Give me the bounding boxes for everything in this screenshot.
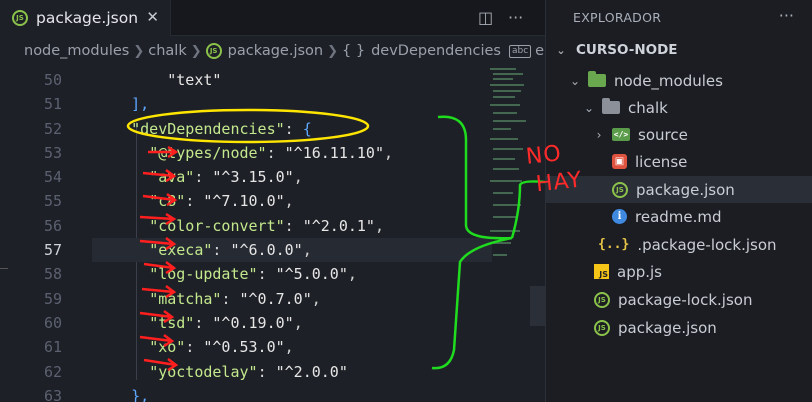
line-number: 50	[43, 71, 62, 89]
line-number: 61	[43, 338, 62, 357]
scrollbar-thumb[interactable]	[530, 286, 545, 326]
chevron-down-icon: ⌄	[583, 100, 595, 115]
code-line: "text"	[167, 71, 222, 89]
chevron-right-icon: ❯	[133, 43, 145, 59]
breadcrumb-package-json[interactable]: package.json	[228, 43, 323, 59]
source-folder-icon: </>	[612, 128, 630, 141]
line-number: 54	[43, 168, 62, 187]
json-file-icon: JS	[594, 291, 610, 308]
tree-item-source[interactable]: › </> source	[546, 121, 688, 148]
workspace-root[interactable]: ⌄ CURSO-NODE	[554, 42, 678, 58]
tree-item-label: .package-lock.json	[637, 235, 777, 254]
chevron-right-icon: ❯	[327, 43, 339, 59]
code-line: "color-convert": "^2.0.1",	[149, 216, 384, 235]
json-braces-icon: {..}	[598, 237, 630, 252]
code-line: "c8": "^7.10.0",	[149, 192, 294, 211]
tree-item-label: package.json	[636, 180, 735, 199]
info-icon: i	[612, 209, 627, 224]
string-icon: abc	[508, 44, 532, 58]
annotation-hay: HAY	[534, 167, 584, 198]
breadcrumb-node-modules[interactable]: node_modules	[24, 43, 129, 59]
json-file-icon: JS	[12, 10, 28, 26]
code-line: "xo": "^0.53.0",	[149, 338, 294, 357]
line-number-active: 57	[43, 241, 62, 260]
explorer-title: EXPLORADOR	[573, 10, 662, 25]
workspace-root-label: CURSO-NODE	[576, 42, 678, 58]
line-number: 59	[43, 289, 62, 308]
line-number: 60	[43, 313, 62, 332]
code-line: "log-update": "^5.0.0",	[149, 265, 357, 284]
folder-open-icon	[602, 98, 620, 114]
tree-item-label: package-lock.json	[618, 290, 753, 309]
breadcrumb-devdependencies[interactable]: devDependencies	[371, 43, 501, 59]
line-number: 53	[43, 143, 62, 162]
tree-item-label: node_modules	[614, 71, 723, 90]
breadcrumb-truncated: e	[535, 43, 545, 59]
tree-item-label: license	[635, 152, 688, 171]
code-line: },	[131, 386, 150, 402]
line-number: 63	[43, 386, 62, 402]
editor-pane: JS package.json ✕ ◫ ··· node_modules ❯ c…	[0, 0, 545, 402]
code-line: "devDependencies": {	[131, 119, 312, 138]
tree-item-label: package.json	[618, 318, 717, 337]
line-number: 56	[43, 216, 62, 235]
object-icon: { }	[342, 43, 366, 59]
tree-item-package-json-chalk[interactable]: JS package.json	[546, 176, 812, 203]
chevron-right-icon: ›	[596, 127, 602, 142]
tree-item-node-modules[interactable]: ⌄ node_modules	[546, 67, 723, 94]
tree-item-label: chalk	[628, 98, 668, 117]
more-actions-icon[interactable]: ···	[779, 6, 794, 25]
more-actions-icon[interactable]: ···	[508, 8, 523, 27]
line-number-gutter: 50 51 52 53 54 55 56 57 58 59 60 61 62 6…	[0, 68, 92, 402]
tree-item-package-lock[interactable]: JS package-lock.json	[546, 286, 752, 313]
json-file-icon: JS	[594, 319, 610, 336]
annotation-no: NO	[524, 141, 563, 170]
code-line: "ava": "^3.15.0",	[149, 168, 303, 187]
folder-icon	[588, 71, 606, 87]
line-number: 51	[43, 95, 62, 114]
split-editor-icon[interactable]: ◫	[478, 8, 493, 27]
explorer-panel: EXPLORADOR ··· ⌄ CURSO-NODE ⌄ node_modul…	[545, 0, 812, 402]
line-number: 55	[43, 192, 62, 211]
minimap[interactable]	[490, 66, 530, 266]
json-file-icon: JS	[205, 43, 222, 59]
code-line-active: "execa": "^6.0.0",	[92, 238, 492, 263]
tree-item-label: source	[638, 125, 688, 144]
line-number: 52	[43, 119, 62, 138]
line-number: 62	[43, 362, 62, 381]
javascript-file-icon: JS	[594, 264, 609, 279]
chevron-right-icon: ❯	[190, 43, 202, 59]
breadcrumb: node_modules ❯ chalk ❯ JS package.json ❯…	[0, 37, 545, 65]
tree-item-label: app.js	[617, 262, 662, 281]
json-file-icon: JS	[612, 181, 628, 198]
tree-item-package-json[interactable]: JS package.json	[546, 314, 717, 341]
breadcrumb-chalk[interactable]: chalk	[148, 43, 186, 59]
tab-package-json[interactable]: JS package.json ✕	[0, 0, 171, 36]
chevron-down-icon: ⌄	[569, 73, 581, 88]
line-number: 58	[43, 265, 62, 284]
tree-item-label: readme.md	[635, 207, 722, 226]
code-line: "matcha": "^0.7.0",	[149, 289, 321, 308]
code-line: "@types/node": "^16.11.10",	[149, 143, 394, 162]
overview-ruler-tick	[0, 268, 8, 269]
tree-item-readme[interactable]: i readme.md	[546, 203, 722, 230]
tree-item-app-js[interactable]: JS app.js	[546, 258, 662, 285]
code-line: "yoctodelay": "^2.0.0"	[149, 362, 348, 381]
tree-item-chalk[interactable]: ⌄ chalk	[546, 94, 668, 121]
tree-item-package-lock-hidden[interactable]: {..} .package-lock.json	[546, 231, 777, 258]
code-area[interactable]: "text" ], "devDependencies": { "@types/n…	[92, 68, 492, 402]
code-line: "tsd": "^0.19.0",	[149, 313, 303, 332]
tab-label: package.json	[36, 9, 139, 27]
close-icon[interactable]: ✕	[146, 8, 159, 26]
tab-bar: JS package.json ✕ ◫ ···	[0, 0, 545, 36]
chevron-down-icon: ⌄	[556, 43, 566, 57]
code-line: ],	[131, 95, 150, 114]
license-icon: ▣	[612, 154, 627, 169]
